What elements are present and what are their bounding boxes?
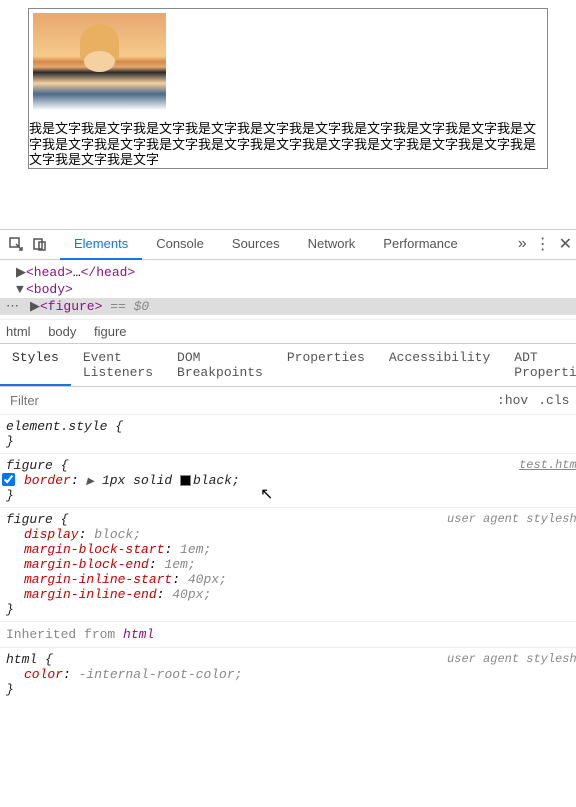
- rule-html-ua[interactable]: user agent stylesheet html { color: -int…: [0, 648, 576, 701]
- rendered-page: 我是文字我是文字我是文字我是文字我是文字我是文字我是文字我是文字我是文字我是文字…: [0, 0, 576, 169]
- figure-caption: 我是文字我是文字我是文字我是文字我是文字我是文字我是文字我是文字我是文字我是文字…: [29, 121, 547, 168]
- device-toolbar-button[interactable]: [28, 232, 52, 256]
- tab-sources[interactable]: Sources: [218, 229, 294, 260]
- page-figure: 我是文字我是文字我是文字我是文字我是文字我是文字我是文字我是文字我是文字我是文字…: [28, 8, 548, 169]
- rule-element-style[interactable]: element.style { }: [0, 415, 576, 454]
- tab-network[interactable]: Network: [294, 229, 370, 260]
- styles-filter-input[interactable]: [6, 389, 497, 412]
- devtools-main-tabs: Elements Console Sources Network Perform…: [60, 229, 518, 260]
- prop-border[interactable]: border: ▶ 1px solid black;: [6, 473, 576, 488]
- close-icon[interactable]: ✕: [559, 234, 572, 254]
- prop-toggle-checkbox[interactable]: [2, 473, 15, 486]
- source-ua: user agent stylesheet: [447, 652, 576, 666]
- dom-node-figure-selected[interactable]: ⋯ ▶<figure> == $0: [0, 298, 576, 315]
- subtab-adt-properties[interactable]: ADT Properties: [502, 344, 576, 386]
- cls-toggle[interactable]: .cls: [538, 393, 569, 408]
- subtab-accessibility[interactable]: Accessibility: [377, 344, 502, 386]
- kebab-menu-icon[interactable]: ⋮: [535, 234, 551, 254]
- rule-figure-author[interactable]: test.html:3 figure { border: ▶ 1px solid…: [0, 454, 576, 508]
- devtools-toolbar: Elements Console Sources Network Perform…: [0, 230, 576, 260]
- inherited-from-label: Inherited from html: [0, 622, 576, 648]
- hov-toggle[interactable]: :hov: [497, 393, 528, 408]
- dom-breadcrumb: html body figure: [0, 319, 576, 343]
- subtab-styles[interactable]: Styles: [0, 344, 71, 386]
- styles-pane: Styles Event Listeners DOM Breakpoints P…: [0, 343, 576, 701]
- styles-filter-row: :hov .cls +: [0, 387, 576, 415]
- tab-console[interactable]: Console: [142, 229, 218, 260]
- source-link[interactable]: test.html:3: [519, 458, 576, 472]
- breadcrumb-figure[interactable]: figure: [94, 324, 127, 339]
- more-tabs-icon[interactable]: »: [518, 235, 527, 253]
- devtools-panel: Elements Console Sources Network Perform…: [0, 229, 576, 701]
- subtab-event-listeners[interactable]: Event Listeners: [71, 344, 165, 386]
- styles-subtabs: Styles Event Listeners DOM Breakpoints P…: [0, 343, 576, 387]
- dom-tree[interactable]: ▶<head>…</head> ▼<body> ⋯ ▶<figure> == $…: [0, 260, 576, 319]
- subtab-properties[interactable]: Properties: [275, 344, 377, 386]
- tab-performance[interactable]: Performance: [369, 229, 471, 260]
- figure-image: [33, 13, 166, 121]
- tab-elements[interactable]: Elements: [60, 229, 142, 260]
- dom-node-head[interactable]: ▶<head>…</head>: [0, 264, 576, 281]
- inspect-element-button[interactable]: [4, 232, 28, 256]
- source-ua: user agent stylesheet: [447, 512, 576, 526]
- color-swatch-icon[interactable]: [180, 475, 191, 486]
- dom-node-body[interactable]: ▼<body>: [0, 281, 576, 298]
- subtab-dom-breakpoints[interactable]: DOM Breakpoints: [165, 344, 275, 386]
- breadcrumb-html[interactable]: html: [6, 324, 31, 339]
- breadcrumb-body[interactable]: body: [48, 324, 76, 339]
- rule-figure-ua[interactable]: user agent stylesheet figure { display: …: [0, 508, 576, 622]
- mouse-cursor-icon: ↖: [260, 484, 273, 504]
